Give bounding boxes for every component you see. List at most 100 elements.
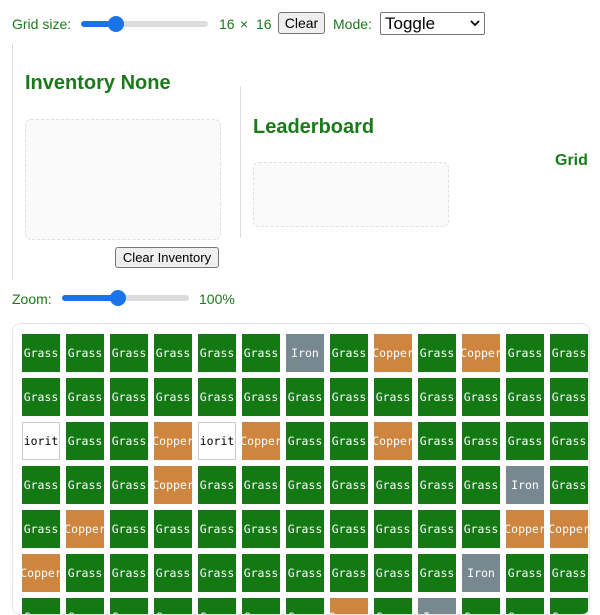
grid-cell-grass[interactable]: Grass: [110, 466, 148, 504]
grid-cell-iron[interactable]: Iron: [506, 466, 544, 504]
grid-cell-grass[interactable]: Grass: [418, 334, 456, 372]
grid-cell-grass[interactable]: Grass: [22, 378, 60, 416]
grid-cell-copper[interactable]: Copper: [506, 510, 544, 548]
grid-cell-copper[interactable]: Copper: [154, 422, 192, 460]
grid-cell-grass[interactable]: Grass: [110, 554, 148, 592]
clear-button[interactable]: Clear: [278, 12, 325, 34]
grid-cell-grass[interactable]: Grass: [110, 378, 148, 416]
grid-cell-grass[interactable]: Grass: [550, 598, 588, 614]
grid-cell-grass[interactable]: Grass: [154, 334, 192, 372]
grid-cell-grass[interactable]: Grass: [198, 510, 236, 548]
grid-cell-grass[interactable]: Grass: [550, 334, 588, 372]
grid-cell-grass[interactable]: Grass: [286, 378, 324, 416]
grid-cell-copper[interactable]: Copper: [330, 598, 368, 614]
grid-cell-grass[interactable]: Grass: [154, 598, 192, 614]
grid-cell-grass[interactable]: Grass: [506, 422, 544, 460]
grid-cell-grass[interactable]: Grass: [154, 510, 192, 548]
grid-cell-grass[interactable]: Grass: [242, 554, 280, 592]
grid-cell-grass[interactable]: Grass: [242, 510, 280, 548]
grid-cell-grass[interactable]: Grass: [198, 334, 236, 372]
grid-cell-grass[interactable]: Grass: [198, 466, 236, 504]
grid-cell-grass[interactable]: Grass: [506, 598, 544, 614]
grid-cell-grass[interactable]: Grass: [110, 422, 148, 460]
grid-cell-copper[interactable]: Copper: [66, 510, 104, 548]
grid-cell-grass[interactable]: Grass: [462, 378, 500, 416]
grid-cell-grass[interactable]: Grass: [154, 554, 192, 592]
grid-cell-grass[interactable]: Grass: [462, 422, 500, 460]
grid-cell-copper[interactable]: Copper: [374, 422, 412, 460]
grid-cell-grass[interactable]: Grass: [418, 554, 456, 592]
grid-cell-grass[interactable]: Grass: [418, 466, 456, 504]
grid-cell-grass[interactable]: Grass: [374, 466, 412, 504]
grid-cell-grass[interactable]: Grass: [66, 422, 104, 460]
grid-cell-grass[interactable]: Grass: [198, 378, 236, 416]
grid-cell-copper[interactable]: Copper: [374, 334, 412, 372]
grid-cell-grass[interactable]: Grass: [242, 334, 280, 372]
grid-cell-grass[interactable]: Grass: [66, 554, 104, 592]
grid-cell-copper[interactable]: Copper: [462, 334, 500, 372]
grid-cell-grass[interactable]: Grass: [550, 422, 588, 460]
grid-cell-grass[interactable]: Grass: [66, 378, 104, 416]
grid-cell-grass[interactable]: Grass: [286, 598, 324, 614]
grid-cell-grass[interactable]: Grass: [330, 466, 368, 504]
grid-cell-grass[interactable]: Grass: [462, 598, 500, 614]
grid-cell-grass[interactable]: Grass: [154, 378, 192, 416]
grid-cell-grass[interactable]: Grass: [22, 510, 60, 548]
grid-cell-grass[interactable]: Grass: [550, 466, 588, 504]
grid-cell-grass[interactable]: Grass: [110, 510, 148, 548]
grid-cell-grass[interactable]: Grass: [330, 334, 368, 372]
grid-cell-grass[interactable]: Grass: [66, 466, 104, 504]
grid-cell-grass[interactable]: Grass: [286, 422, 324, 460]
grid-cell-copper[interactable]: Copper: [154, 466, 192, 504]
grid-cell-copper[interactable]: Copper: [242, 422, 280, 460]
grid-cell-copper[interactable]: Copper: [550, 510, 588, 548]
grid-cell-grass[interactable]: Grass: [418, 422, 456, 460]
grid-cell-grass[interactable]: Grass: [550, 378, 588, 416]
grid-title: Grid: [555, 152, 588, 169]
grid-cell-grass[interactable]: Grass: [374, 554, 412, 592]
grid-cell-grass[interactable]: Grass: [418, 510, 456, 548]
zoom-value: 100%: [199, 291, 235, 307]
grid-cell-grass[interactable]: Grass: [22, 598, 60, 614]
grid-cell-grass[interactable]: Grass: [286, 510, 324, 548]
grid-cell-iron[interactable]: Iron: [462, 554, 500, 592]
grid-cell-grass[interactable]: Grass: [242, 598, 280, 614]
grid-cell-grass[interactable]: Grass: [286, 554, 324, 592]
grid-cell-grass[interactable]: Grass: [506, 378, 544, 416]
grid-cell-grass[interactable]: Grass: [506, 554, 544, 592]
grid-cell-grass[interactable]: Grass: [462, 466, 500, 504]
grid-cell-grass[interactable]: Grass: [418, 378, 456, 416]
grid-cell-grass[interactable]: Grass: [242, 378, 280, 416]
grid-cell-grass[interactable]: Grass: [110, 598, 148, 614]
grid-cell-grass[interactable]: Grass: [462, 510, 500, 548]
clear-inventory-button[interactable]: Clear Inventory: [115, 247, 219, 268]
zoom-slider[interactable]: [62, 290, 189, 306]
grid-cell-grass[interactable]: Grass: [242, 466, 280, 504]
grid-cell-diorite[interactable]: Diorite: [198, 422, 236, 460]
grid-cell-grass[interactable]: Grass: [286, 466, 324, 504]
grid-cell-grass[interactable]: Grass: [66, 598, 104, 614]
mode-select[interactable]: Toggle: [380, 12, 485, 35]
grid-size-slider[interactable]: [81, 16, 208, 32]
grid-size-slider-thumb[interactable]: [108, 16, 124, 32]
grid-cell-grass[interactable]: Grass: [506, 334, 544, 372]
grid-cell-grass[interactable]: Grass: [198, 554, 236, 592]
grid-cell-diorite[interactable]: Diorite: [22, 422, 60, 460]
grid-cell-grass[interactable]: Grass: [374, 378, 412, 416]
grid-cell-grass[interactable]: Grass: [330, 554, 368, 592]
grid-cell-grass[interactable]: Grass: [66, 334, 104, 372]
grid-cell-grass[interactable]: Grass: [110, 334, 148, 372]
grid-cell-iron[interactable]: Iron: [286, 334, 324, 372]
grid-cell-grass[interactable]: Grass: [330, 510, 368, 548]
grid-cell-grass[interactable]: Grass: [330, 378, 368, 416]
grid-cell-grass[interactable]: Grass: [330, 422, 368, 460]
grid-cell-grass[interactable]: Grass: [198, 598, 236, 614]
grid-cell-iron[interactable]: Iron: [418, 598, 456, 614]
zoom-slider-thumb[interactable]: [110, 290, 126, 306]
grid-cell-grass[interactable]: Grass: [22, 466, 60, 504]
grid-cell-grass[interactable]: Grass: [374, 510, 412, 548]
grid-cell-grass[interactable]: Grass: [22, 334, 60, 372]
grid-cell-grass[interactable]: Grass: [550, 554, 588, 592]
grid-cell-grass[interactable]: Grass: [374, 598, 412, 614]
grid-cell-copper[interactable]: Copper: [22, 554, 60, 592]
